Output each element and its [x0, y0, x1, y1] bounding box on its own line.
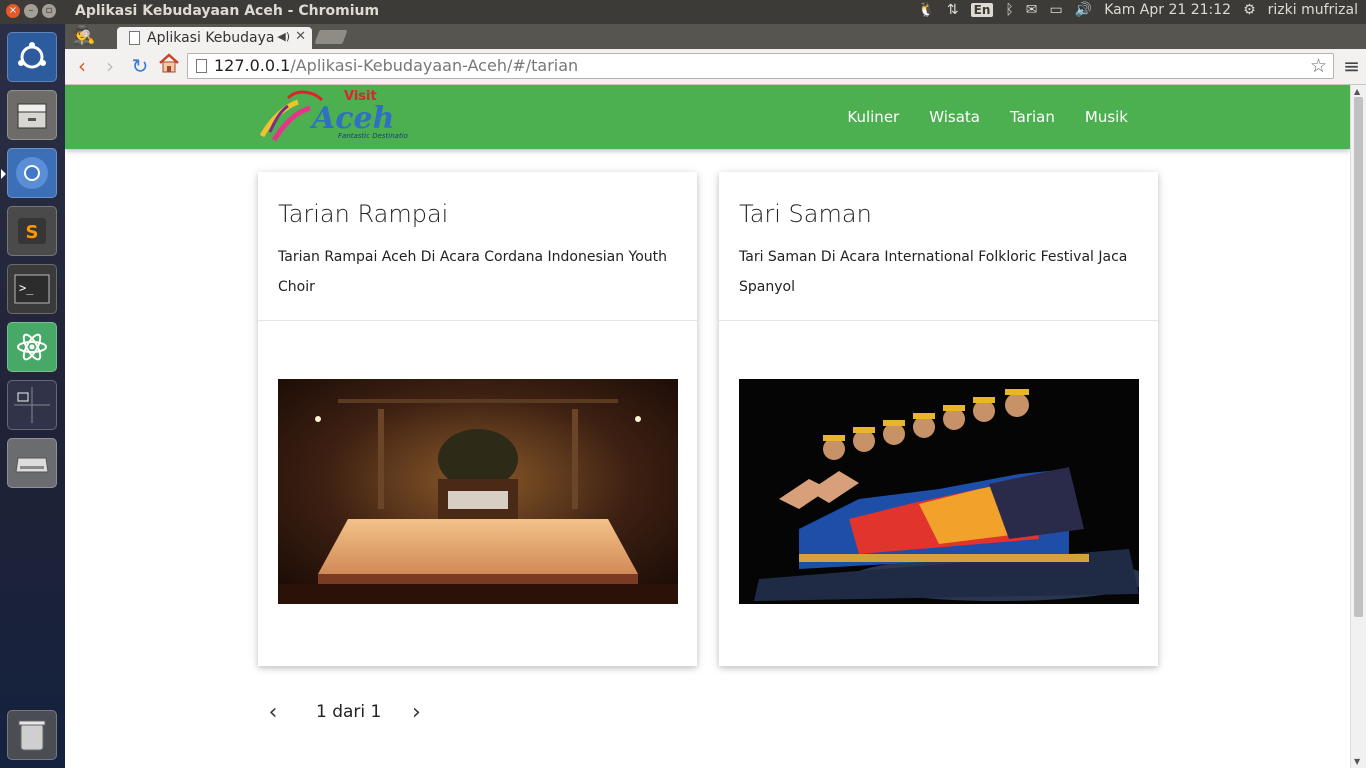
pagination-label: 1 dari 1	[316, 702, 382, 722]
scroll-down-arrow-icon[interactable]: ▼	[1354, 757, 1360, 766]
window-minimize-button[interactable]: –	[24, 4, 38, 18]
site-navbar: Visit Aceh Fantastic Destination Kuliner…	[65, 85, 1350, 149]
card-description: Tari Saman Di Acara International Folklo…	[739, 249, 1128, 295]
unity-launcher: S >_	[0, 24, 65, 768]
ubuntu-dash-icon[interactable]	[7, 32, 57, 82]
bookmark-star-icon[interactable]: ☆	[1310, 54, 1327, 78]
forward-button[interactable]: ›	[97, 53, 123, 79]
files-icon[interactable]	[7, 90, 57, 140]
page-viewport: Visit Aceh Fantastic Destination Kuliner…	[65, 85, 1350, 768]
svg-text:S: S	[26, 222, 39, 243]
address-bar[interactable]: 127.0.0.1/Aplikasi-Kebudayaan-Aceh/#/tar…	[187, 53, 1334, 79]
logo-tagline: Fantastic Destination	[338, 132, 408, 140]
tab-close-icon[interactable]: ✕	[295, 29, 306, 44]
mail-icon[interactable]: ✉	[1026, 2, 1038, 18]
chromium-icon[interactable]	[1, 148, 57, 198]
battery-icon[interactable]: ▭	[1050, 2, 1063, 18]
browser-toolbar: ‹ › ↻ 127.0.0.1/Aplikasi-Kebudayaan-Aceh…	[65, 49, 1366, 85]
sublime-text-icon[interactable]: S	[7, 206, 57, 256]
browser-tab-strip: 🕵 Aplikasi Kebudaya ◀) ✕	[65, 24, 1366, 49]
card-divider	[719, 320, 1158, 321]
nav-link-wisata[interactable]: Wisata	[914, 85, 995, 149]
video-player[interactable]	[278, 379, 678, 604]
site-nav: Kuliner Wisata Tarian Musik	[832, 85, 1143, 149]
card-title: Tari Saman	[739, 200, 872, 228]
card-title: Tarian Rampai	[278, 200, 449, 228]
clock[interactable]: Kam Apr 21 21:12	[1104, 2, 1231, 18]
trash-icon[interactable]	[7, 710, 57, 760]
network-status-icon[interactable]: 🐧	[917, 2, 934, 18]
scroll-up-arrow-icon[interactable]: ▲	[1354, 87, 1360, 96]
browser-menu-icon[interactable]: ≡	[1343, 54, 1360, 78]
video-thumbnail-saman-dancers	[739, 379, 1139, 604]
keyboard-layout-indicator[interactable]: En	[970, 3, 994, 17]
tab-title: Aplikasi Kebudaya	[147, 30, 275, 46]
pagination: ‹ 1 dari 1 ›	[258, 697, 431, 727]
settings-gear-icon[interactable]: ⚙	[1243, 2, 1256, 18]
dance-card: Tarian Rampai Tarian Rampai Aceh Di Acar…	[258, 172, 697, 666]
dance-card: Tari Saman Tari Saman Di Acara Internati…	[719, 172, 1158, 666]
browser-tab-active[interactable]: Aplikasi Kebudaya ◀) ✕	[117, 27, 312, 49]
disk-drive-icon[interactable]	[7, 438, 57, 488]
chevron-left-icon[interactable]: ‹	[258, 700, 288, 725]
page-info-icon[interactable]	[196, 59, 207, 73]
profile-avatar-icon[interactable]: 🕵	[73, 25, 95, 46]
volume-icon[interactable]: 🔊	[1075, 2, 1092, 18]
system-top-panel: × – ▫ Aplikasi Kebudayaan Aceh - Chromiu…	[0, 0, 1366, 24]
window-controls: × – ▫	[6, 4, 56, 18]
card-divider	[258, 320, 697, 321]
window-maximize-button[interactable]: ▫	[42, 4, 56, 18]
terminal-icon[interactable]: >_	[7, 264, 57, 314]
scrollbar-thumb[interactable]	[1354, 97, 1363, 617]
window-title: Aplikasi Kebudayaan Aceh - Chromium	[75, 3, 380, 19]
tab-audio-icon[interactable]: ◀)	[277, 30, 290, 43]
workspace-switcher-icon[interactable]	[7, 380, 57, 430]
home-button[interactable]	[156, 53, 182, 79]
user-name[interactable]: rizki mufrizal	[1268, 2, 1358, 18]
nav-link-tarian[interactable]: Tarian	[995, 85, 1070, 149]
video-thumbnail-concert-hall	[278, 379, 678, 604]
new-tab-button[interactable]	[314, 30, 348, 44]
svg-text:>_: >_	[19, 281, 34, 295]
reload-button[interactable]: ↻	[127, 53, 153, 79]
nav-link-kuliner[interactable]: Kuliner	[832, 85, 914, 149]
page-scrollbar[interactable]: ▲ ▼	[1350, 85, 1366, 768]
video-player[interactable]	[739, 379, 1139, 604]
transfer-arrows-icon[interactable]: ⇅	[947, 2, 959, 18]
logo-word: Aceh	[309, 101, 394, 136]
url-host: 127.0.0.1	[214, 56, 291, 75]
back-button[interactable]: ‹	[69, 53, 95, 79]
atom-icon[interactable]	[7, 322, 57, 372]
card-description: Tarian Rampai Aceh Di Acara Cordana Indo…	[278, 249, 668, 295]
chevron-right-icon[interactable]: ›	[401, 700, 431, 725]
bluetooth-icon[interactable]: ᛒ	[1005, 2, 1013, 18]
site-logo[interactable]: Visit Aceh Fantastic Destination	[258, 88, 412, 144]
window-close-button[interactable]: ×	[6, 4, 20, 18]
url-path: /Aplikasi-Kebudayaan-Aceh/#/tarian	[290, 56, 579, 75]
panel-indicators: 🐧 ⇅ En ᛒ ✉ ▭ 🔊 Kam Apr 21 21:12 ⚙ rizki …	[917, 2, 1358, 18]
page-favicon-icon	[129, 31, 140, 45]
nav-link-musik[interactable]: Musik	[1070, 85, 1143, 149]
